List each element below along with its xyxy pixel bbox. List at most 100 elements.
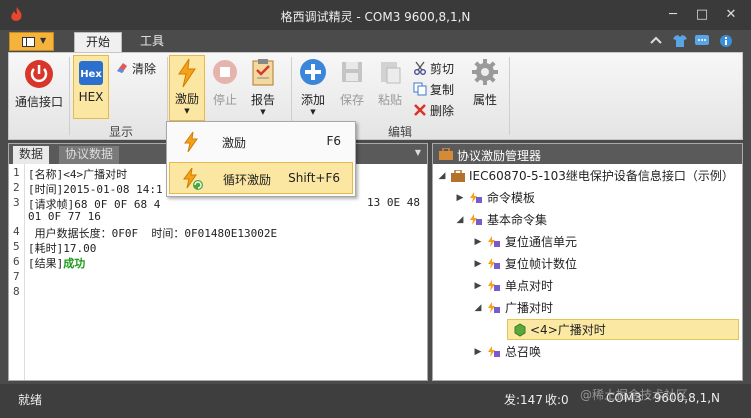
expand-arrow-icon[interactable]: ▶ [473,347,483,357]
add-button[interactable]: 添加 ▼ [295,57,331,116]
help-arrow-icon[interactable] [648,34,664,48]
result-success: 成功 [63,257,86,270]
chevron-down-icon: ▼ [310,108,316,116]
data-line: [名称]<4>广播对时 [28,168,128,181]
title-bar: 格西调试精灵 - COM3 9600,8,1,N ─ □ ✕ [0,0,751,30]
delete-button[interactable]: 删除 [413,101,454,119]
paste-button[interactable]: 粘贴 [373,57,407,108]
tree-item-frame-broadcast-sync[interactable]: <4>广播对时 [507,319,739,340]
tree-item-basic-commands[interactable]: ◢ 基本命令集 [455,209,547,230]
panel-icon [22,37,35,47]
hex-icon: Hex [79,61,103,85]
tab-protocol-data[interactable]: 协议数据 [59,146,120,164]
command-icon [488,301,500,313]
copy-button[interactable]: 复制 [413,80,454,98]
close-button[interactable]: ✕ [722,6,740,24]
status-received: 收:0 [545,393,569,407]
scissors-icon [414,61,426,75]
tab-tools[interactable]: 工具 [128,32,176,52]
collapse-arrow-icon[interactable]: ◢ [473,303,483,313]
status-bar: 就绪 发:147 收:0 COM3 - 9600,8,1,N @稀土掘金技术社区 [0,384,751,418]
chevron-down-icon: ▼ [184,107,190,115]
tree-item-single-sync[interactable]: ▶ 单点对时 [473,275,553,296]
stimulus-dropdown-menu: 激励 F6 循环激励 Shift+F6 [166,121,356,197]
save-button[interactable]: 保存 [335,57,369,108]
stimulus-manager-panel: 协议激励管理器 ◢ IEC60870-5-103继电保护设备信息接口（示例） ▶… [432,143,743,381]
menu-item-loop-stimulus[interactable]: 循环激励 Shift+F6 [169,162,353,194]
watermark: @稀土掘金技术社区 [580,388,689,402]
file-menu-button[interactable]: ▼ [9,32,54,51]
expand-arrow-icon[interactable]: ▶ [473,237,483,247]
group-label-display: 显示 [108,125,133,139]
divider [509,57,510,135]
info-icon[interactable] [718,34,734,48]
line-number: 7 [13,270,20,283]
svg-text:Hex: Hex [80,69,102,80]
line-number: 5 [13,240,20,253]
paste-icon [381,62,401,84]
collapse-arrow-icon[interactable]: ◢ [437,171,447,181]
data-line: 01 0F 77 16 [28,210,101,223]
tree-item-root[interactable]: ◢ IEC60870-5-103继电保护设备信息接口（示例） [437,165,734,186]
data-line: [时间]2015-01-08 14:1 [28,183,163,196]
stimulus-button[interactable]: 激励 ▼ [169,55,205,121]
ribbon-tab-row: ▼ 开始 工具 [0,30,751,52]
maximize-button[interactable]: □ [693,6,711,24]
clipboard-icon [252,59,274,86]
chevron-down-icon: ▼ [260,108,266,116]
data-line: 用户数据长度：0F0F 时间：0F01480E13002E [28,227,278,240]
tab-data[interactable]: 数据 [13,146,50,164]
window-title: 格西调试精灵 - COM3 9600,8,1,N [280,10,471,24]
data-line: [耗时]17.00 [28,242,97,255]
delete-icon [414,104,426,116]
data-line-tail: 13 0E 48 [367,196,420,209]
plus-icon [300,59,326,85]
properties-button[interactable]: 属性 [467,57,503,108]
comm-interface-button[interactable]: 通信接口 [11,57,67,110]
data-line: [结果]成功 [28,257,86,270]
chevron-down-icon: ▼ [40,36,47,45]
tree-item-general-interrogation[interactable]: ▶ 总召唤 [473,341,541,362]
command-icon [488,279,500,291]
panel-header: 协议激励管理器 [433,144,742,164]
line-number: 2 [13,181,20,194]
tree-item-templates[interactable]: ▶ 命令模板 [455,187,535,208]
command-icon [488,257,500,269]
frame-icon [514,322,526,337]
collapse-arrow-icon[interactable]: ◢ [455,215,465,225]
stop-button[interactable]: 停止 [209,57,241,108]
gear-icon [472,59,498,85]
chevron-down-icon[interactable]: ▼ [415,148,421,157]
tab-start[interactable]: 开始 [74,32,122,52]
divider [69,57,70,135]
line-number: 1 [13,166,20,179]
line-number: 3 [13,196,20,209]
line-number: 6 [13,255,20,268]
hex-button[interactable]: Hex HEX [73,55,109,119]
loop-lightning-icon [183,167,203,190]
clear-button[interactable]: 清除 [115,59,156,77]
expand-arrow-icon[interactable]: ▶ [473,259,483,269]
lightning-icon [178,58,196,88]
status-ready: 就绪 [18,393,43,407]
expand-arrow-icon[interactable]: ▶ [473,281,483,291]
power-icon [25,60,53,88]
report-button[interactable]: 报告 ▼ [245,57,281,116]
menu-item-stimulus[interactable]: 激励 F6 [169,126,353,158]
shirt-icon[interactable] [672,34,688,48]
eraser-icon [117,63,127,73]
status-sent: 发:147 [504,393,543,407]
cut-button[interactable]: 剪切 [413,59,454,77]
chat-icon[interactable] [694,34,710,48]
line-number: 8 [13,285,20,298]
tree-item-reset-fcb[interactable]: ▶ 复位帧计数位 [473,253,577,274]
tree-item-reset-comm[interactable]: ▶ 复位通信单元 [473,231,577,252]
toolbox-icon [439,148,453,160]
lightning-icon [184,131,198,153]
command-set-icon [470,213,482,225]
expand-arrow-icon[interactable]: ▶ [455,193,465,203]
minimize-button[interactable]: ─ [664,6,682,24]
ribbon-panel: 通信接口 Hex HEX 清除 显示 激励 ▼ 停止 报告 ▼ 添加 ▼ 保存 … [8,52,743,140]
command-icon [488,345,500,357]
tree-item-broadcast-sync[interactable]: ◢ 广播对时 [473,297,553,318]
